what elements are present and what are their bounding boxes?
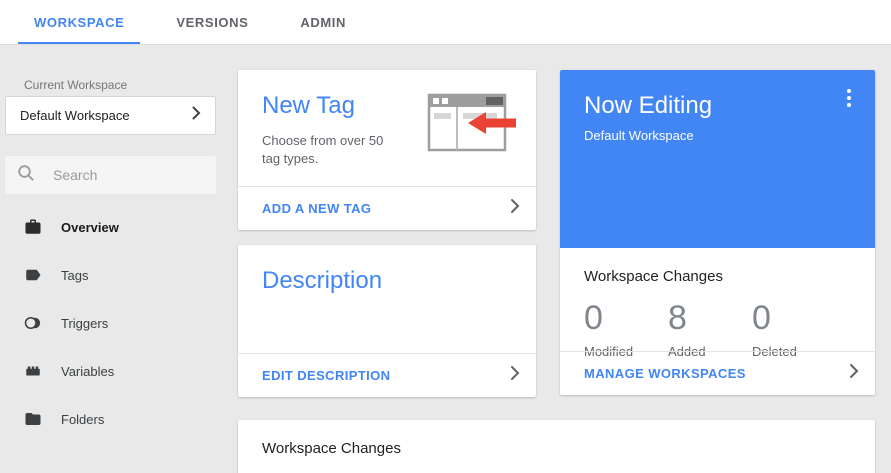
- sidebar-item-label: Variables: [61, 363, 115, 379]
- chevron-right-icon: [192, 106, 201, 125]
- sidebar-item-label: Triggers: [61, 315, 109, 331]
- tab-admin[interactable]: ADMIN: [274, 0, 372, 44]
- triggers-icon: [24, 313, 44, 333]
- tab-workspace[interactable]: WORKSPACE: [8, 0, 150, 44]
- current-workspace-label: Current Workspace: [24, 78, 128, 92]
- now-editing-card: Now Editing Default Workspace Workspace …: [560, 70, 875, 395]
- chevron-right-icon: [849, 363, 859, 384]
- now-editing-header: Now Editing Default Workspace: [560, 70, 875, 248]
- add-new-tag-label: ADD A NEW TAG: [262, 201, 372, 216]
- sidebar-item-label: Folders: [61, 411, 105, 427]
- overview-icon: [24, 217, 44, 237]
- sidebar-item-variables[interactable]: Variables: [0, 347, 230, 395]
- workspace-changes-heading: Workspace Changes: [584, 268, 723, 285]
- search-icon: [17, 164, 35, 187]
- now-editing-subtitle: Default Workspace: [584, 128, 694, 143]
- workspace-changes-title: Workspace Changes: [262, 440, 401, 457]
- stat-deleted: 0 Deleted: [752, 299, 797, 359]
- sidebar-item-label: Overview: [61, 219, 119, 235]
- tag-icon: [24, 265, 44, 285]
- sidebar-item-label: Tags: [61, 267, 89, 283]
- sidebar-item-tags[interactable]: Tags: [0, 251, 230, 299]
- search-input[interactable]: [53, 167, 203, 183]
- stat-modified-value: 0: [584, 299, 603, 337]
- new-tag-illustration-icon: [420, 92, 516, 168]
- variables-icon: [24, 361, 44, 381]
- workspace-changes-stats: 0 Modified 8 Added 0 Deleted: [584, 299, 851, 359]
- stat-added-value: 8: [668, 299, 687, 337]
- manage-workspaces-button[interactable]: MANAGE WORKSPACES: [560, 351, 875, 395]
- stat-added: 8 Added: [668, 299, 752, 359]
- manage-workspaces-label: MANAGE WORKSPACES: [584, 366, 746, 381]
- now-editing-title: Now Editing: [584, 92, 713, 119]
- description-card: Description EDIT DESCRIPTION: [238, 245, 536, 397]
- more-options-icon[interactable]: [837, 86, 861, 110]
- tab-versions[interactable]: VERSIONS: [150, 0, 274, 44]
- search-box[interactable]: [5, 156, 216, 194]
- new-tag-card: New Tag Choose from over 50 tag types. A…: [238, 70, 536, 230]
- top-navigation: WORKSPACE VERSIONS ADMIN: [0, 0, 891, 45]
- workspace-changes-card: Workspace Changes: [238, 420, 875, 473]
- chevron-right-icon: [510, 365, 520, 386]
- workspace-name: Default Workspace: [20, 108, 130, 123]
- sidebar-menu: Overview Tags Triggers Variables Folders: [0, 203, 230, 443]
- sidebar-item-triggers[interactable]: Triggers: [0, 299, 230, 347]
- new-tag-title: New Tag: [262, 92, 355, 119]
- edit-description-label: EDIT DESCRIPTION: [262, 368, 391, 383]
- stat-deleted-value: 0: [752, 299, 771, 337]
- sidebar-item-folders[interactable]: Folders: [0, 395, 230, 443]
- new-tag-description: Choose from over 50 tag types.: [262, 133, 384, 166]
- stat-modified: 0 Modified: [584, 299, 668, 359]
- description-title: Description: [262, 267, 383, 294]
- add-new-tag-button[interactable]: ADD A NEW TAG: [238, 186, 536, 230]
- folder-icon: [24, 409, 44, 429]
- chevron-right-icon: [510, 198, 520, 219]
- sidebar: Current Workspace Default Workspace Over…: [0, 45, 230, 473]
- sidebar-item-overview[interactable]: Overview: [0, 203, 230, 251]
- workspace-selector[interactable]: Default Workspace: [5, 96, 216, 135]
- edit-description-button[interactable]: EDIT DESCRIPTION: [238, 353, 536, 397]
